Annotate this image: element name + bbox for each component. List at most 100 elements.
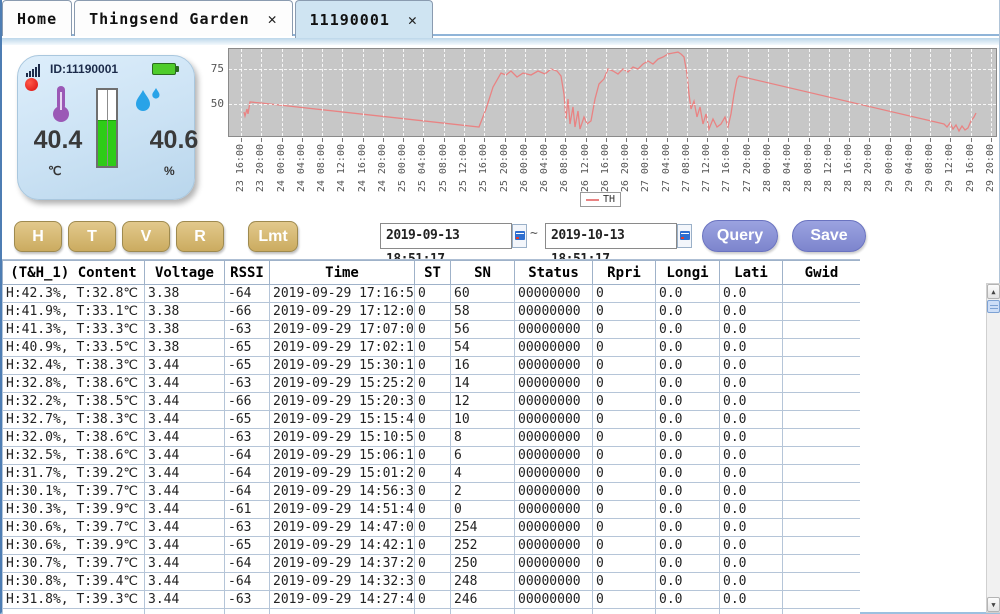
column-header[interactable]: Gwid	[782, 260, 860, 285]
table-cell: 00000000	[514, 572, 593, 591]
x-tick-label: 24 16:00	[356, 144, 368, 193]
table-cell: 4	[450, 464, 515, 483]
table-row[interactable]: H:32.4%, T:38.3℃ 3.44 -65 2019-09-29 15:30:…	[2, 356, 860, 375]
v-gridline	[463, 49, 465, 136]
x-tick-mark	[970, 138, 972, 142]
table-cell: -65	[224, 536, 270, 555]
tab-11190001[interactable]: 11190001 ✕	[294, 0, 433, 38]
scroll-thumb[interactable]	[987, 300, 1000, 313]
x-tick-mark	[281, 138, 283, 142]
close-icon[interactable]: ✕	[268, 10, 278, 28]
table-cell: H:32.5%, T:38.6℃	[2, 446, 145, 465]
table-cell	[655, 608, 720, 614]
column-header[interactable]: SN	[450, 260, 515, 285]
table-cell: 3.44	[144, 590, 225, 609]
table-cell: 0	[450, 500, 515, 519]
column-header[interactable]: Status	[514, 260, 593, 285]
table-cell: -63	[224, 428, 270, 447]
table-row[interactable]: H:32.5%, T:38.6℃ 3.44 -64 2019-09-29 15:06:…	[2, 446, 860, 465]
x-tick-mark	[930, 138, 932, 142]
table-cell: 0	[414, 446, 451, 465]
x-tick-mark	[788, 138, 790, 142]
x-tick-label: 28 20:00	[863, 144, 875, 193]
table-cell: 252	[450, 536, 515, 555]
tab-home[interactable]: Home	[2, 0, 73, 36]
table-cell: 0.0	[719, 338, 783, 357]
table-row[interactable]: H:32.2%, T:38.5℃ 3.44 -66 2019-09-29 15:20:…	[2, 392, 860, 411]
v-gridline	[605, 49, 607, 136]
column-header[interactable]: ST	[414, 260, 451, 285]
h-button[interactable]: H	[14, 221, 62, 252]
table-cell: 0	[414, 518, 451, 537]
v-gridline	[261, 49, 263, 136]
chart-line-svg	[243, 51, 977, 133]
table-row[interactable]: H:30.1%, T:39.7℃ 3.44 -64 2019-09-29 14:56:…	[2, 482, 860, 501]
table-cell: 00000000	[514, 518, 593, 537]
vertical-scrollbar[interactable]: ▲ ▼	[986, 283, 1000, 613]
scroll-up-button[interactable]: ▲	[987, 284, 1000, 299]
tab-label: 11190001	[309, 10, 390, 29]
x-tick-mark	[342, 138, 344, 142]
x-tick-mark	[403, 138, 405, 142]
table-row[interactable]: H:30.7%, T:39.7℃ 3.44 -64 2019-09-29 14:37:…	[2, 554, 860, 573]
table-row[interactable]: H:32.0%, T:38.6℃ 3.44 -63 2019-09-29 15:10:…	[2, 428, 860, 447]
table-row[interactable]: H:31.8%, T:39.3℃ 3.44 -63 2019-09-29 14:27:…	[2, 590, 860, 609]
date-from-picker-button[interactable]	[512, 224, 527, 248]
table-row[interactable]: H:32.7%, T:38.3℃ 3.44 -65 2019-09-29 15:15:…	[2, 410, 860, 429]
table-row[interactable]: H:30.3%, T:39.9℃ 3.44 -61 2019-09-29 14:51:…	[2, 500, 860, 519]
table-cell: 2019-09-29 15:01:22	[269, 464, 415, 483]
v-gridline	[727, 49, 729, 136]
table-cell: H:40.9%, T:33.5℃	[2, 338, 145, 357]
table-row[interactable]	[2, 608, 860, 614]
column-header[interactable]: Time	[269, 260, 415, 285]
column-header[interactable]: Lati	[719, 260, 783, 285]
column-header[interactable]: Voltage	[144, 260, 225, 285]
signal-strength-icon	[26, 64, 44, 77]
table-cell: 2019-09-29 14:56:35	[269, 482, 415, 501]
table-cell: 2019-09-29 15:10:58	[269, 428, 415, 447]
save-button[interactable]: Save	[792, 220, 866, 252]
table-cell: 3.44	[144, 482, 225, 501]
table-cell: 3.44	[144, 500, 225, 519]
v-gridline	[382, 49, 384, 136]
lmt-button[interactable]: Lmt	[248, 221, 298, 252]
table-cell	[782, 320, 860, 339]
table-cell: 0.0	[719, 464, 783, 483]
table-cell: 2019-09-29 14:32:37	[269, 572, 415, 591]
date-from-input[interactable]: 2019-09-13 18:51:17	[380, 223, 512, 267]
table-cell	[782, 446, 860, 465]
gauge-divider	[107, 90, 108, 166]
column-header[interactable]: Longi	[655, 260, 720, 285]
scroll-down-button[interactable]: ▼	[987, 597, 1000, 612]
x-tick-mark	[423, 138, 425, 142]
table-row[interactable]: H:41.9%, T:33.1℃ 3.38 -66 2019-09-29 17:12:…	[2, 302, 860, 321]
table-cell: 2019-09-29 15:20:35	[269, 392, 415, 411]
x-tick-label: 23 20:00	[255, 144, 267, 193]
level-gauge	[96, 88, 118, 168]
t-button[interactable]: T	[68, 221, 116, 252]
table-row[interactable]: H:42.3%, T:32.8℃ 3.38 -64 2019-09-29 17:16:…	[2, 284, 860, 303]
table-row[interactable]: H:30.6%, T:39.7℃ 3.44 -63 2019-09-29 14:47:…	[2, 518, 860, 537]
table-row[interactable]: H:32.8%, T:38.6℃ 3.44 -63 2019-09-29 15:25:…	[2, 374, 860, 393]
column-header[interactable]: Rpri	[592, 260, 656, 285]
table-row[interactable]: H:30.8%, T:39.4℃ 3.44 -64 2019-09-29 14:32:…	[2, 572, 860, 591]
tab-thingsend-garden[interactable]: Thingsend Garden ✕	[74, 0, 293, 36]
column-header[interactable]: (T&H_1) Content	[2, 260, 145, 285]
date-to-picker-button[interactable]	[677, 224, 692, 248]
alarm-dot-icon	[25, 78, 38, 91]
query-button[interactable]: Query	[702, 220, 778, 252]
close-icon[interactable]: ✕	[408, 11, 418, 29]
table-row[interactable]: H:31.7%, T:39.2℃ 3.44 -64 2019-09-29 15:01:…	[2, 464, 860, 483]
table-row[interactable]: H:41.3%, T:33.3℃ 3.38 -63 2019-09-29 17:07:…	[2, 320, 860, 339]
date-to-input[interactable]: 2019-10-13 18:51:17	[545, 223, 677, 267]
column-header[interactable]: RSSI	[224, 260, 270, 285]
table-row[interactable]: H:30.6%, T:39.9℃ 3.44 -65 2019-09-29 14:42:…	[2, 536, 860, 555]
x-tick-label: 25 00:00	[397, 144, 409, 193]
r-button[interactable]: R	[176, 221, 224, 252]
water-drops-icon	[132, 86, 162, 118]
table-cell: 0	[592, 410, 656, 429]
x-tick-label: 29 00:00	[883, 144, 895, 193]
table-row[interactable]: H:40.9%, T:33.5℃ 3.38 -65 2019-09-29 17:02:…	[2, 338, 860, 357]
v-gridline	[281, 49, 283, 136]
v-button[interactable]: V	[122, 221, 170, 252]
